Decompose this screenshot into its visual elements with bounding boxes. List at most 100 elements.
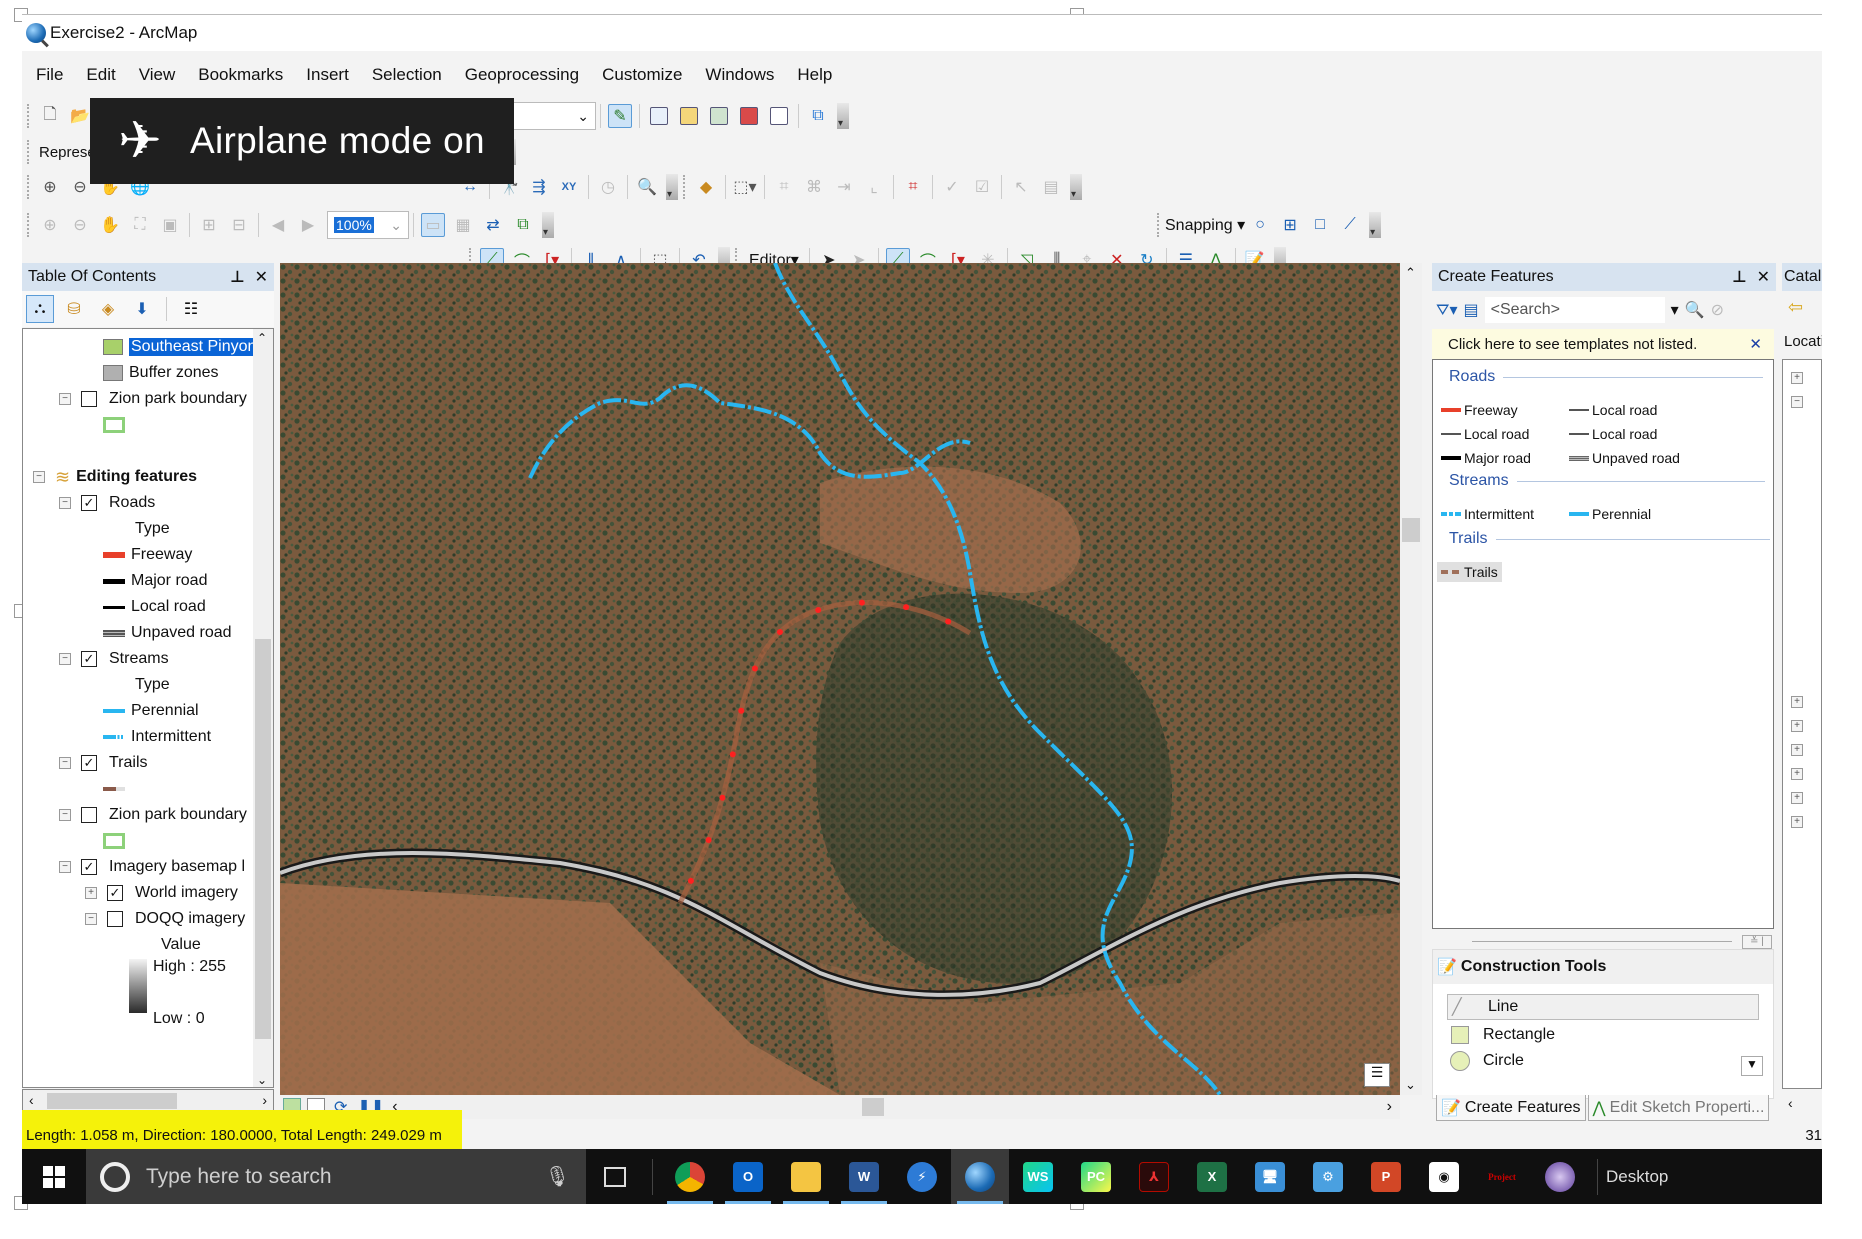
taskbar-explorer[interactable]	[777, 1149, 835, 1204]
zoom-100-icon[interactable]: ▣	[158, 213, 182, 237]
taskbar-control-panel[interactable]: ⚙	[1299, 1149, 1357, 1204]
zoom-whole-page-icon[interactable]: ⛶	[128, 213, 152, 237]
taskbar-search[interactable]: Type here to search 🎙	[86, 1149, 586, 1204]
toc-item-roads[interactable]: − ✓ Roads	[59, 491, 155, 515]
scroll-left-icon[interactable]: ‹	[29, 1092, 34, 1108]
collapse-icon[interactable]: −	[59, 393, 71, 405]
align-edge-icon[interactable]: ⇥	[832, 175, 856, 199]
collapse-icon[interactable]: −	[59, 861, 71, 873]
toggle-draft-mode-icon[interactable]: ▭	[421, 213, 445, 237]
scroll-down-icon[interactable]: ⌄	[257, 1073, 267, 1087]
collapse-icon[interactable]: −	[59, 809, 71, 821]
expand-icon[interactable]: +	[1791, 744, 1803, 756]
template-local-road[interactable]: Local road	[1569, 402, 1657, 418]
zoom-in-icon[interactable]: ⊕	[38, 175, 62, 199]
layer-checkbox[interactable]: ✓	[81, 755, 97, 771]
sketch-vertex[interactable]	[729, 751, 736, 758]
scroll-right-icon[interactable]: ›	[1387, 1098, 1392, 1116]
validate-extent-icon[interactable]: ☑	[970, 175, 994, 199]
generalize-icon[interactable]: ⌞	[862, 175, 886, 199]
map-canvas[interactable]	[280, 263, 1400, 1095]
taskbar-pycharm[interactable]: PC	[1067, 1149, 1125, 1204]
taskbar-camera[interactable]: ◉	[1415, 1149, 1473, 1204]
pin-icon[interactable]: ⊥	[230, 267, 245, 287]
topology-edit-tool-icon[interactable]: ⬚▾	[733, 175, 757, 199]
sketch-vertex[interactable]	[705, 836, 712, 843]
template-major-road[interactable]: Major road	[1441, 450, 1531, 466]
list-by-source-icon[interactable]: ⛁	[60, 295, 88, 323]
menu-insert[interactable]: Insert	[306, 65, 349, 85]
close-info-icon[interactable]: ✕	[1749, 335, 1762, 353]
menu-selection[interactable]: Selection	[372, 65, 442, 85]
map-topology-icon[interactable]: ⌗	[901, 175, 925, 199]
taskbar-word[interactable]: W	[835, 1149, 893, 1204]
close-icon[interactable]: ✕	[255, 267, 268, 287]
legend-major-road[interactable]: Major road	[103, 569, 207, 593]
go-to-xy-icon[interactable]: XY	[557, 175, 581, 199]
expand-icon[interactable]: +	[1791, 816, 1803, 828]
reshape-edge-icon[interactable]: ⌘	[802, 175, 826, 199]
tab-create-features[interactable]: 📝 Create Features	[1436, 1095, 1586, 1121]
menu-geoprocessing[interactable]: Geoprocessing	[465, 65, 579, 85]
topology-icon[interactable]: ◆	[694, 175, 718, 199]
expand-icon[interactable]: +	[1791, 768, 1803, 780]
close-icon[interactable]: ✕	[1757, 267, 1770, 287]
find-route-icon[interactable]: ⇶	[527, 175, 551, 199]
expand-icon[interactable]: +	[1791, 720, 1803, 732]
fix-error-icon[interactable]: ↖	[1009, 175, 1033, 199]
tab-edit-sketch-properties[interactable]: ⋀ Edit Sketch Properti...	[1587, 1095, 1770, 1121]
legend-intermittent[interactable]: Intermittent	[103, 725, 211, 749]
layer-checkbox[interactable]	[81, 391, 97, 407]
taskbar-webstorm[interactable]: WS	[1009, 1149, 1067, 1204]
legend-trails[interactable]	[103, 777, 131, 801]
python-window-icon[interactable]	[767, 104, 791, 128]
modify-edge-icon[interactable]: ⌗	[772, 175, 796, 199]
expand-icon[interactable]: +	[1791, 792, 1803, 804]
toolbar-options[interactable]	[1070, 174, 1082, 200]
template-unpaved-road[interactable]: Unpaved road	[1569, 450, 1680, 466]
fixed-zoom-in-icon[interactable]: ⊞	[197, 213, 221, 237]
time-slider-icon[interactable]: ◷	[596, 175, 620, 199]
expand-icon[interactable]: +	[1791, 372, 1803, 384]
magnifier-icon[interactable]: 🔍	[635, 175, 659, 199]
splitter[interactable]	[1472, 941, 1732, 942]
map-display[interactable]: ☰	[280, 263, 1400, 1095]
menu-edit[interactable]: Edit	[86, 65, 115, 85]
toc-item-world-imagery[interactable]: + ✓ World imagery	[85, 881, 238, 905]
toc-item-trails[interactable]: − ✓ Trails	[59, 751, 148, 775]
collapse-icon[interactable]: −	[1791, 396, 1803, 408]
search-window-icon[interactable]	[707, 104, 731, 128]
new-document-icon[interactable]: 🗋	[38, 104, 62, 128]
toolbar-options[interactable]	[1369, 212, 1382, 238]
menu-help[interactable]: Help	[797, 65, 832, 85]
list-by-selection-icon[interactable]: ⬇	[128, 295, 156, 323]
scroll-down-icon[interactable]: ⌄	[1405, 1077, 1416, 1093]
toolbar-options[interactable]	[542, 212, 554, 238]
task-view-button[interactable]	[586, 1149, 644, 1204]
scroll-up-icon[interactable]: ⌃	[1405, 265, 1416, 281]
tool-circle[interactable]: Circle	[1447, 1048, 1759, 1074]
toc-item-buffer-zones[interactable]: Buffer zones	[103, 361, 219, 385]
templates-not-listed-bar[interactable]: Click here to see templates not listed. …	[1432, 329, 1774, 359]
catalog-window-icon[interactable]	[677, 104, 701, 128]
toolbar-options[interactable]	[837, 103, 849, 129]
edge-snapping-icon[interactable]: ⟋	[1338, 213, 1362, 237]
desktop-toolbar[interactable]: Desktop	[1606, 1167, 1668, 1187]
taskbar-acrobat[interactable]: ⅄	[1125, 1149, 1183, 1204]
tool-rectangle[interactable]: Rectangle	[1447, 1022, 1759, 1048]
zoom-percent-combo[interactable]: 100% ⌄	[327, 211, 409, 239]
microphone-icon[interactable]: 🎙	[545, 1164, 570, 1189]
toolbar-grip[interactable]	[27, 140, 30, 164]
toc-item-zion-boundary-2[interactable]: − Zion park boundary	[59, 803, 247, 827]
scroll-right-icon[interactable]: ›	[262, 1092, 267, 1108]
layer-checkbox[interactable]: ✓	[107, 885, 123, 901]
toolbar-grip[interactable]	[683, 175, 686, 199]
sketch-vertex[interactable]	[858, 599, 865, 606]
collapse-icon[interactable]: −	[59, 497, 71, 509]
back-extent-icon[interactable]: ◀	[266, 213, 290, 237]
toc-item-doqq-imagery[interactable]: − DOQQ imagery	[85, 907, 245, 931]
menu-windows[interactable]: Windows	[705, 65, 774, 85]
filter-icon[interactable]: ⛛▾	[1436, 300, 1457, 320]
taskbar-app[interactable]: ⚡	[893, 1149, 951, 1204]
template-search-input[interactable]: <Search>	[1484, 297, 1665, 323]
